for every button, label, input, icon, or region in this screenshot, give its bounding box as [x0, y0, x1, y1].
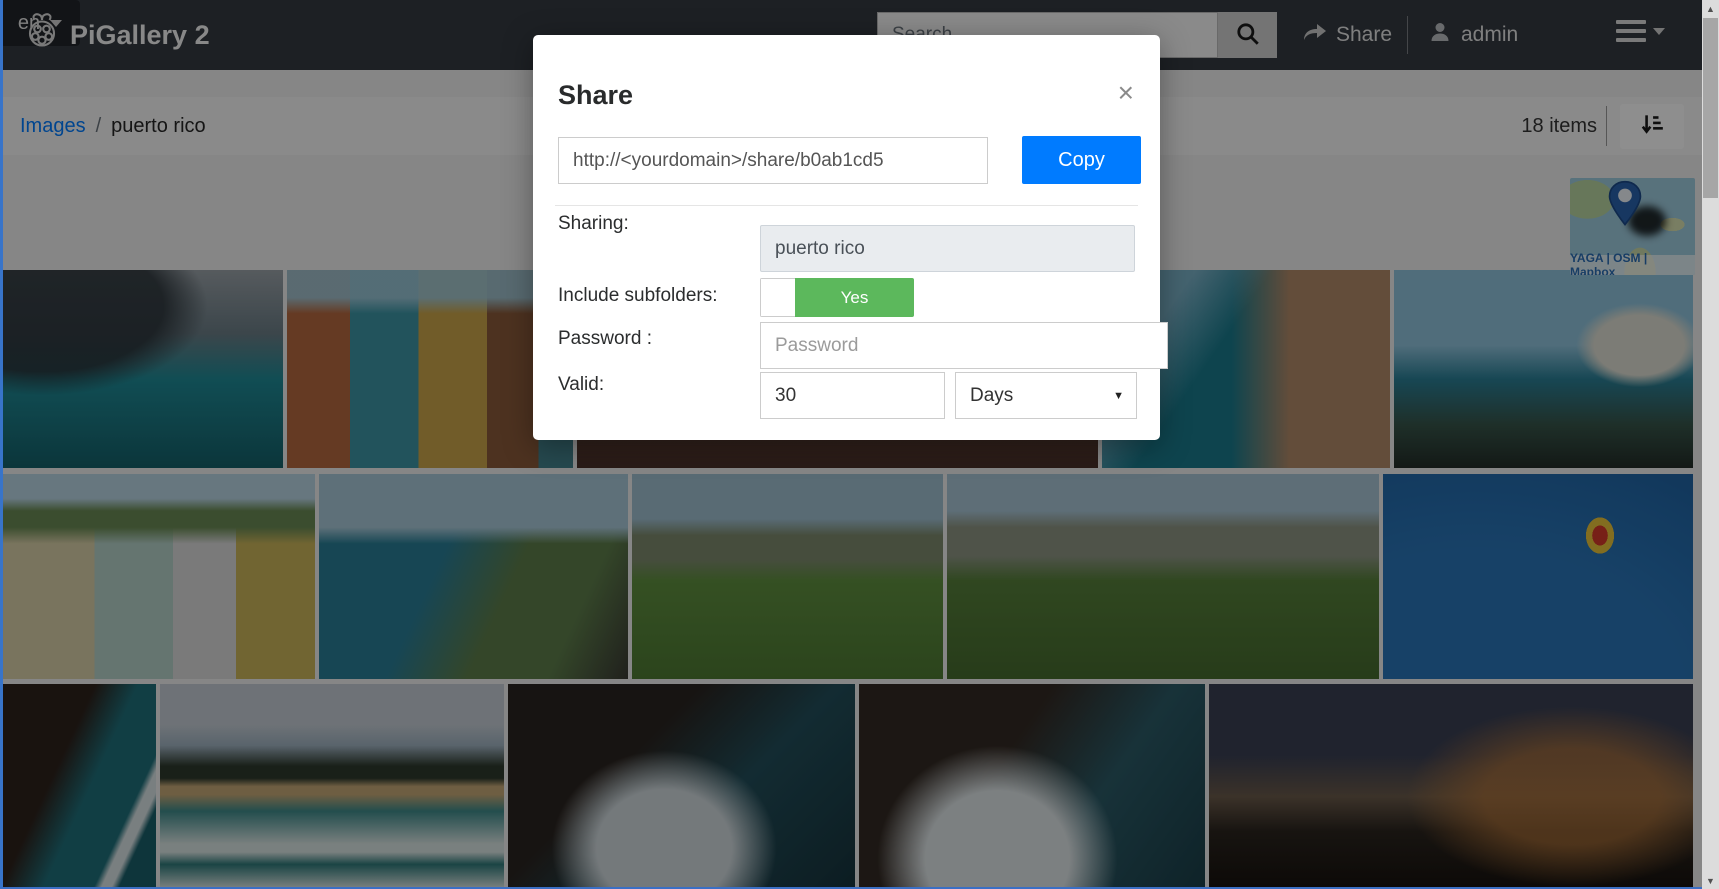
- share-url-input[interactable]: [558, 137, 988, 184]
- valid-label: Valid:: [558, 374, 604, 396]
- include-subfolders-label: Include subfolders:: [558, 285, 718, 307]
- select-caret-icon: ▼: [1113, 390, 1124, 402]
- valid-amount-input[interactable]: [760, 372, 945, 419]
- share-dialog: Share × Copy Sharing: Include subfolders…: [533, 35, 1160, 440]
- close-icon[interactable]: ×: [1118, 83, 1134, 103]
- valid-unit-select[interactable]: Days ▼: [955, 372, 1137, 419]
- password-label: Password :: [558, 328, 652, 350]
- valid-unit-value: Days: [970, 385, 1013, 407]
- page-scrollbar[interactable]: ▲ ▼: [1702, 0, 1719, 889]
- scrollbar-thumb[interactable]: [1703, 18, 1718, 198]
- copy-button[interactable]: Copy: [1022, 136, 1141, 184]
- scroll-down-arrow[interactable]: ▼: [1702, 872, 1719, 889]
- window-left-edge: [0, 0, 3, 889]
- toggle-handle: [760, 278, 795, 317]
- sharing-label: Sharing:: [558, 213, 629, 235]
- toggle-on-label: Yes: [795, 278, 914, 317]
- dialog-title: Share: [558, 80, 633, 111]
- include-subfolders-toggle[interactable]: Yes: [760, 278, 914, 317]
- dialog-divider: [555, 205, 1138, 206]
- sharing-name-input: [760, 225, 1135, 272]
- password-field[interactable]: [760, 322, 1168, 369]
- scroll-up-arrow[interactable]: ▲: [1702, 0, 1719, 17]
